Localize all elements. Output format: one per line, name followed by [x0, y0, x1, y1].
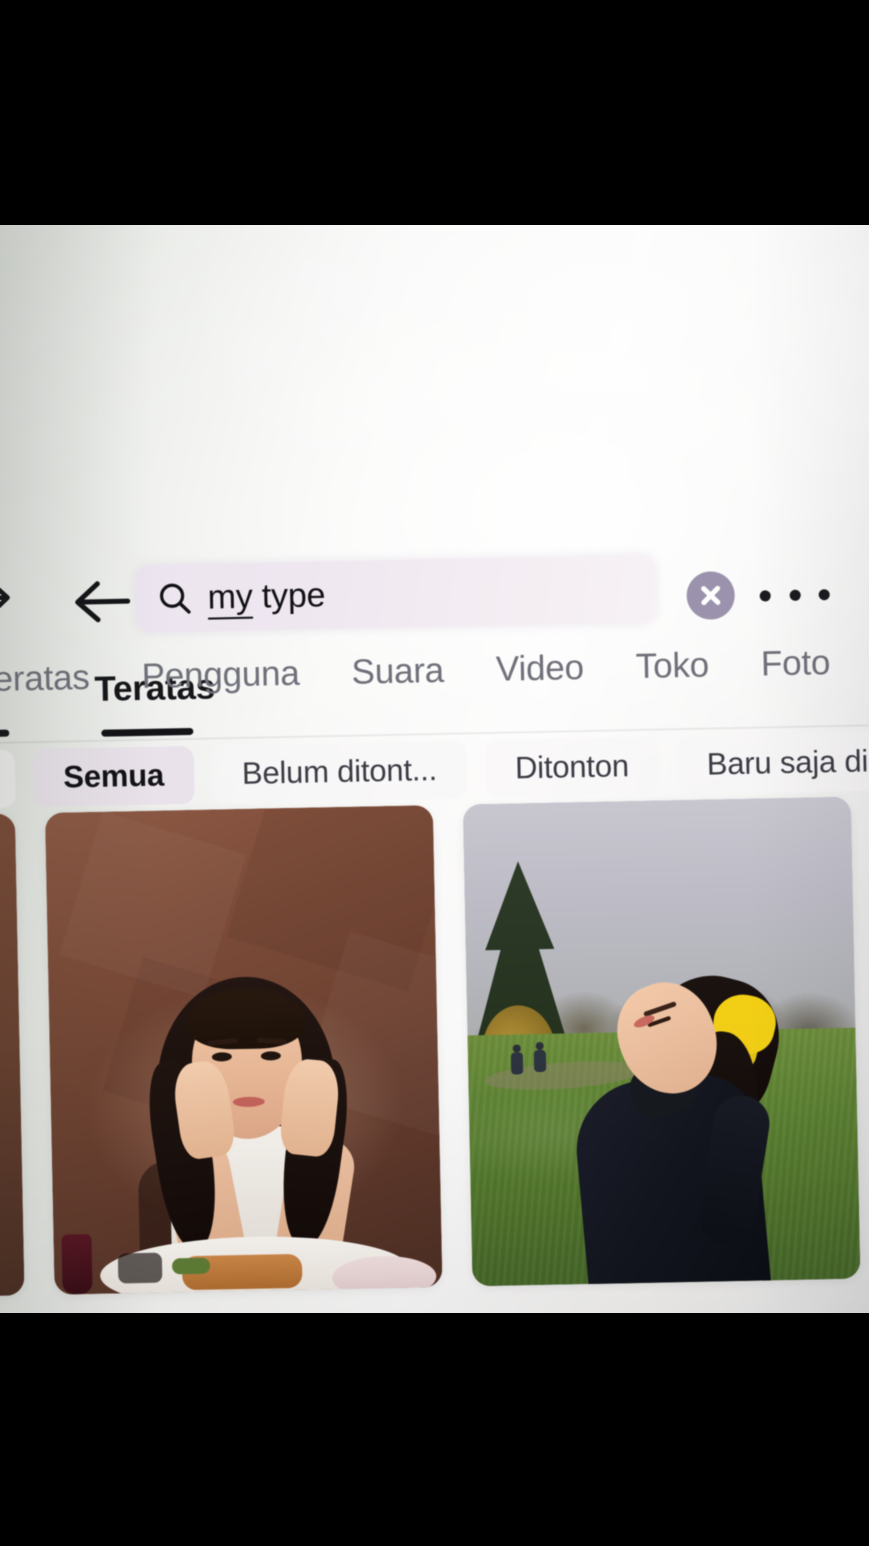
result-card-partial-left[interactable]	[0, 813, 25, 1297]
app-ui-layer: my type Teratas Pengguna Suara Video Tok…	[0, 225, 869, 1313]
letterbox-bottom	[0, 1313, 869, 1546]
result-card-restaurant[interactable]	[44, 805, 443, 1295]
more-options-button[interactable]	[759, 579, 830, 610]
cutlery	[117, 1252, 163, 1284]
filter-chip-semua[interactable]: Semua	[32, 745, 195, 808]
tab-video[interactable]: Video	[470, 648, 611, 691]
background-walker	[533, 1041, 547, 1073]
background-walker	[510, 1044, 523, 1076]
search-misspelled-word: my	[207, 577, 254, 620]
food-garnish	[171, 1257, 211, 1275]
subject-bangs	[186, 987, 306, 1051]
tab-clipped-right[interactable]: d	[856, 641, 869, 682]
edge-gesture-arrow-icon[interactable]	[0, 571, 13, 624]
back-button[interactable]	[69, 573, 134, 630]
phone-screen-photo: my type Teratas Pengguna Suara Video Tok…	[0, 225, 869, 1313]
tab-label: Teratas	[0, 657, 91, 700]
filter-chip-label: Baru saja diunggah	[706, 741, 869, 782]
search-results-carousel[interactable]	[0, 795, 869, 1301]
filter-chip-ditonton[interactable]: Ditonton	[484, 736, 660, 799]
result-card-park[interactable]	[462, 796, 861, 1287]
more-dot-2	[789, 589, 801, 601]
filter-chip-label: Ditonton	[514, 748, 630, 786]
tab-label: Video	[495, 648, 585, 689]
wine-glass	[61, 1234, 93, 1295]
search-value-rest: type	[252, 575, 326, 616]
tab-foto[interactable]: Foto	[735, 643, 857, 685]
result-thumbnail	[0, 813, 25, 1297]
search-input[interactable]: my type	[134, 554, 657, 634]
result-thumbnail	[44, 805, 443, 1295]
tab-label: Toko	[635, 645, 710, 686]
more-dot-3	[818, 588, 830, 600]
search-input-value: my type	[207, 575, 326, 620]
tab-suara[interactable]: Suara	[325, 650, 470, 693]
search-icon	[157, 581, 192, 616]
filter-chip-label: Semua	[62, 757, 165, 795]
tab-teratas[interactable]: Teratas	[0, 657, 116, 700]
clear-search-button[interactable]	[686, 570, 736, 620]
filter-chip-baru-saja-diunggah[interactable]: Baru saja diunggah	[676, 729, 869, 795]
tab-toko[interactable]: Toko	[609, 645, 735, 688]
tab-label: Pengguna	[141, 653, 300, 696]
result-thumbnail	[462, 796, 861, 1287]
more-dot-1	[759, 589, 771, 601]
tab-label: Suara	[351, 650, 445, 692]
filter-chip-belum-ditonton[interactable]: Belum ditont...	[211, 740, 468, 804]
tab-label: Foto	[760, 643, 831, 684]
filter-chip-label: Belum ditont...	[241, 752, 438, 791]
screenshot-frame: my type Teratas Pengguna Suara Video Tok…	[0, 0, 869, 1546]
letterbox-top	[0, 0, 869, 225]
tab-pengguna[interactable]: Pengguna	[115, 653, 326, 697]
filter-chip-clipped-left[interactable]: e	[0, 749, 16, 810]
